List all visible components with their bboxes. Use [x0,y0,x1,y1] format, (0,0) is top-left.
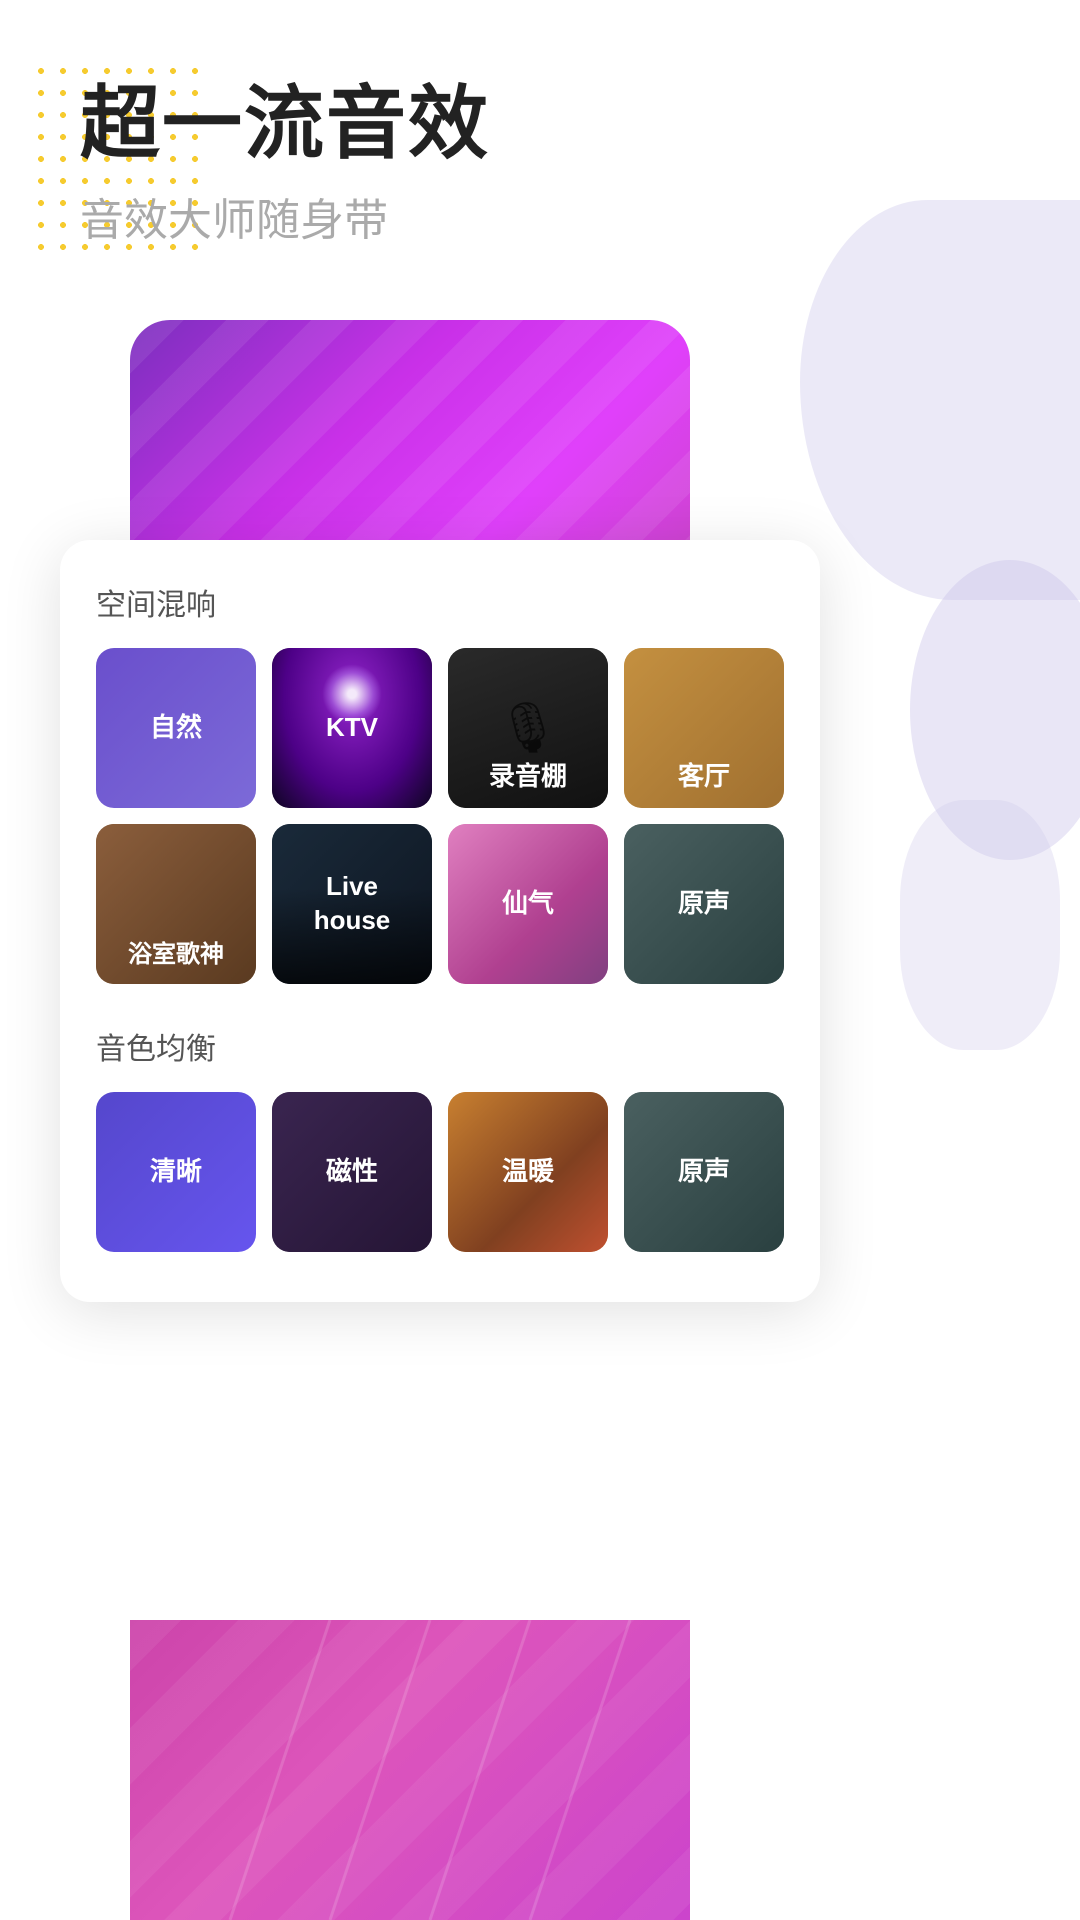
effect-tile-living[interactable]: 客厅 [624,648,784,808]
effect-tile-magnetic[interactable]: 磁性 [272,1092,432,1252]
effect-tile-original1-label: 原声 [624,824,784,984]
effects-panel: 空间混响 自然 KTV 🎙 录音棚 客厅 浴室歌神 [60,540,820,1302]
effect-tile-fairy[interactable]: 仙气 [448,824,608,984]
effect-tile-studio-label: 录音棚 [448,648,608,808]
page-title: 超一流音效 [80,80,490,168]
effect-tile-living-label: 客厅 [624,648,784,808]
effect-tile-original2[interactable]: 原声 [624,1092,784,1252]
effect-tile-livehouse-label: Livehouse [272,824,432,984]
equalizer-grid: 清晰 磁性 温暖 原声 [96,1092,784,1252]
effect-tile-livehouse[interactable]: Livehouse [272,824,432,984]
effect-tile-magnetic-label: 磁性 [272,1092,432,1252]
effect-tile-studio[interactable]: 🎙 录音棚 [448,648,608,808]
effect-tile-ktv[interactable]: KTV [272,648,432,808]
effect-tile-bath-label: 浴室歌神 [96,824,256,984]
effect-tile-nature-label: 自然 [96,648,256,808]
effect-tile-original1[interactable]: 原声 [624,824,784,984]
header: 超一流音效 音效大师随身带 [80,80,490,248]
effect-tile-warm[interactable]: 温暖 [448,1092,608,1252]
blob-decoration-top [800,200,1080,600]
effect-tile-nature[interactable]: 自然 [96,648,256,808]
blob-decoration-mid [900,800,1060,1050]
effect-tile-bath[interactable]: 浴室歌神 [96,824,256,984]
spatial-reverb-label: 空间混响 [96,580,784,624]
effect-tile-fairy-label: 仙气 [448,824,608,984]
bottom-phone-card [130,1620,690,1920]
effect-tile-ktv-label: KTV [272,648,432,808]
effect-tile-clear[interactable]: 清晰 [96,1092,256,1252]
spatial-reverb-grid: 自然 KTV 🎙 录音棚 客厅 浴室歌神 Livehouse [96,648,784,984]
page-subtitle: 音效大师随身带 [80,184,490,248]
bottom-card-svg [130,1620,690,1920]
effect-tile-original2-label: 原声 [624,1092,784,1252]
effect-tile-clear-label: 清晰 [96,1092,256,1252]
equalizer-label: 音色均衡 [96,1024,784,1068]
effect-tile-warm-label: 温暖 [448,1092,608,1252]
